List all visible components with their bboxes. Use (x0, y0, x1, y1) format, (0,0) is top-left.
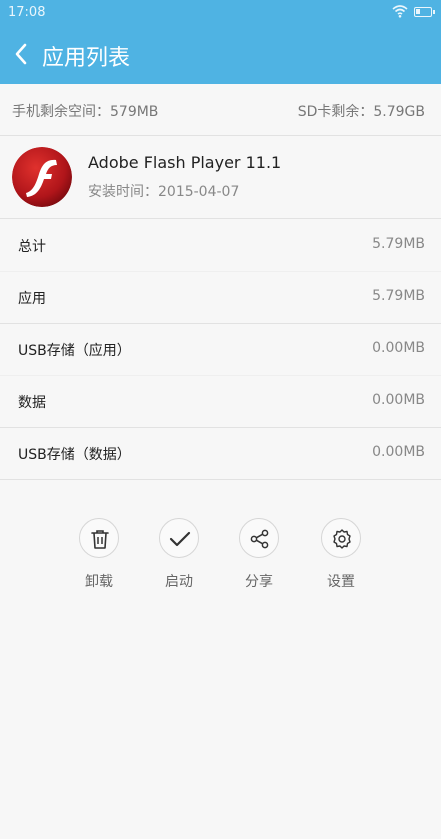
share-circle (239, 518, 279, 558)
install-date: 安装时间：2015-04-07 (88, 184, 240, 200)
app-header: 17:08 应用列表 (0, 0, 441, 84)
uninstall-circle (79, 518, 119, 558)
size-row-usb-app: USB存储（应用） 0.00MB (0, 324, 441, 376)
size-label: 应用 (18, 291, 46, 307)
size-row-app: 应用 5.79MB (0, 272, 441, 324)
status-time: 17:08 (8, 5, 46, 20)
launch-circle (159, 518, 199, 558)
size-value: 0.00MB (372, 340, 425, 356)
share-label: 分享 (245, 574, 273, 590)
uninstall-label: 卸载 (85, 574, 113, 590)
size-label: 数据 (18, 395, 46, 411)
size-list: 总计 5.79MB 应用 5.79MB USB存储（应用） 0.00MB 数据 … (0, 220, 441, 480)
size-label: USB存储（数据） (18, 447, 131, 463)
storage-summary: 手机剩余空间：579MB SD卡剩余：5.79GB (0, 84, 441, 136)
size-row-total: 总计 5.79MB (0, 220, 441, 272)
chevron-left-icon (15, 43, 27, 65)
settings-label: 设置 (327, 574, 355, 590)
share-icon (250, 529, 269, 549)
title-bar: 应用列表 (0, 24, 441, 84)
size-label: 总计 (18, 239, 46, 255)
phone-storage-text: 手机剩余空间：579MB (12, 104, 159, 120)
launch-label: 启动 (165, 574, 193, 590)
size-row-data: 数据 0.00MB (0, 376, 441, 428)
page-title: 应用列表 (42, 46, 131, 71)
flash-player-icon (12, 147, 72, 207)
action-bar: 卸载 启动 分享 设置 (0, 518, 441, 598)
size-value: 5.79MB (372, 236, 425, 252)
gear-icon (333, 529, 351, 549)
size-row-usb-data: USB存储（数据） 0.00MB (0, 428, 441, 480)
size-value: 0.00MB (372, 444, 425, 460)
check-icon (169, 531, 191, 547)
battery-icon (414, 7, 435, 17)
size-value: 5.79MB (372, 288, 425, 304)
size-label: USB存储（应用） (18, 343, 131, 359)
wifi-icon (392, 4, 408, 18)
trash-icon (91, 530, 109, 549)
app-name: Adobe Flash Player 11.1 (88, 153, 282, 172)
settings-circle (321, 518, 361, 558)
status-bar: 17:08 (0, 0, 441, 24)
back-button[interactable] (10, 39, 38, 69)
size-value: 0.00MB (372, 392, 425, 408)
app-info: Adobe Flash Player 11.1 安装时间：2015-04-07 (0, 137, 441, 219)
sd-storage-text: SD卡剩余：5.79GB (297, 104, 425, 120)
